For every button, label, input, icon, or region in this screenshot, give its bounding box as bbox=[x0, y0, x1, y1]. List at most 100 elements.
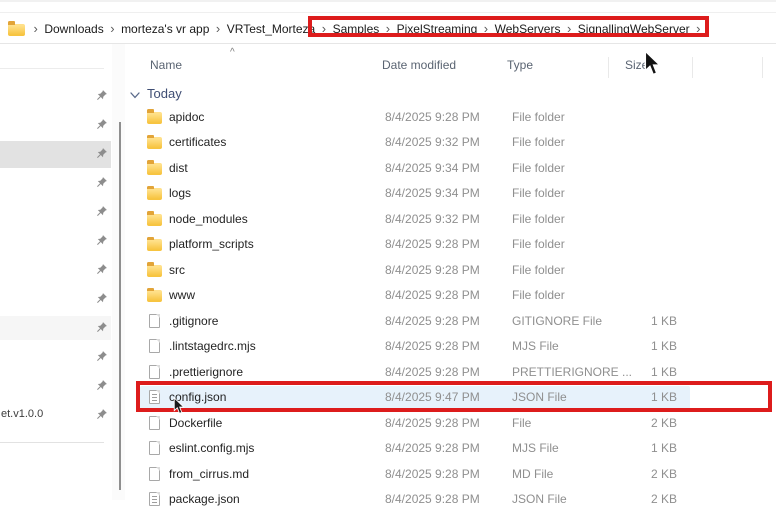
pin-icon[interactable] bbox=[95, 292, 108, 305]
date-group-header[interactable]: Today bbox=[125, 82, 182, 104]
sidebar-scrollbar-thumb[interactable] bbox=[119, 122, 121, 490]
file-row[interactable]: logs8/4/2025 9:34 PMFile folder bbox=[125, 181, 776, 207]
pin-icon[interactable] bbox=[95, 350, 108, 363]
file-name: certificates bbox=[169, 135, 226, 149]
column-header-size[interactable]: Size bbox=[625, 58, 648, 72]
pin-icon[interactable] bbox=[95, 234, 108, 247]
file-row[interactable]: platform_scripts8/4/2025 9:28 PMFile fol… bbox=[125, 232, 776, 258]
breadcrumb-items: › Downloads › morteza's vr app › VRTest_Morte… bbox=[27, 22, 707, 36]
sidebar-divider bbox=[0, 442, 104, 443]
file-row[interactable]: .gitignore8/4/2025 9:28 PMGITIGNORE File… bbox=[125, 308, 776, 334]
pin-icon[interactable] bbox=[95, 321, 108, 334]
file-size: 2 KB bbox=[593, 492, 677, 506]
folder-icon bbox=[147, 188, 162, 200]
pin-icon[interactable] bbox=[95, 89, 108, 102]
column-separator[interactable] bbox=[608, 57, 609, 78]
file-name: src bbox=[169, 263, 185, 277]
pin-icon[interactable] bbox=[95, 408, 108, 421]
file-type: MJS File bbox=[512, 339, 559, 353]
chevron-right-icon[interactable]: › bbox=[322, 22, 326, 35]
file-icon bbox=[149, 416, 160, 430]
file-date-modified: 8/4/2025 9:34 PM bbox=[385, 186, 480, 200]
file-name: .lintstagedrc.mjs bbox=[169, 339, 256, 353]
breadcrumb-item-signallingwebserver[interactable]: SignallingWebServer bbox=[578, 22, 690, 36]
chevron-right-icon[interactable]: › bbox=[386, 22, 390, 35]
breadcrumb-item-samples[interactable]: Samples bbox=[333, 22, 380, 36]
file-date-modified: 8/4/2025 9:28 PM bbox=[385, 416, 480, 430]
file-type: File folder bbox=[512, 288, 565, 302]
folder-icon bbox=[147, 239, 162, 251]
file-name: platform_scripts bbox=[169, 237, 254, 251]
column-separator[interactable] bbox=[762, 57, 763, 78]
file-size: 1 KB bbox=[593, 314, 677, 328]
navigation-pane: et.v1.0.0 bbox=[0, 44, 111, 500]
breadcrumb: › Downloads › morteza's vr app › VRTest_Morte… bbox=[0, 14, 776, 44]
file-row[interactable]: config.json8/4/2025 9:47 PMJSON File1 KB bbox=[125, 385, 776, 411]
breadcrumb-item-morteza-s-vr-app[interactable]: morteza's vr app bbox=[121, 22, 209, 36]
sort-ascending-icon[interactable]: ^ bbox=[230, 47, 235, 58]
file-row[interactable]: src8/4/2025 9:28 PMFile folder bbox=[125, 257, 776, 283]
file-type: GITIGNORE File bbox=[512, 314, 602, 328]
folder-icon bbox=[147, 214, 162, 226]
file-row[interactable]: package.json8/4/2025 9:28 PMJSON File2 K… bbox=[125, 487, 776, 512]
file-date-modified: 8/4/2025 9:28 PM bbox=[385, 339, 480, 353]
column-header-name[interactable]: Name bbox=[150, 58, 182, 72]
file-date-modified: 8/4/2025 9:47 PM bbox=[385, 390, 480, 404]
breadcrumb-item-webservers[interactable]: WebServers bbox=[495, 22, 561, 36]
breadcrumb-item-pixelstreaming[interactable]: PixelStreaming bbox=[397, 22, 478, 36]
chevron-down-icon[interactable] bbox=[130, 87, 140, 102]
breadcrumb-item-vrtest-morteza[interactable]: VRTest_Morteza bbox=[227, 22, 315, 36]
file-name: www bbox=[169, 288, 195, 302]
column-header-date-modified[interactable]: Date modified bbox=[382, 58, 456, 72]
file-lines-icon bbox=[149, 492, 160, 506]
file-row[interactable]: www8/4/2025 9:28 PMFile folder bbox=[125, 283, 776, 309]
file-name: logs bbox=[169, 186, 191, 200]
file-size: 1 KB bbox=[593, 390, 677, 404]
file-type: MJS File bbox=[512, 441, 559, 455]
chevron-right-icon[interactable]: › bbox=[34, 22, 38, 35]
pin-icon[interactable] bbox=[95, 379, 108, 392]
pin-icon[interactable] bbox=[95, 176, 108, 189]
file-row[interactable]: Dockerfile8/4/2025 9:28 PMFile2 KB bbox=[125, 410, 776, 436]
column-separator[interactable] bbox=[692, 57, 693, 78]
file-date-modified: 8/4/2025 9:28 PM bbox=[385, 441, 480, 455]
breadcrumb-item-downloads[interactable]: Downloads bbox=[44, 22, 103, 36]
column-header-type[interactable]: Type bbox=[507, 58, 533, 72]
pin-icon[interactable] bbox=[95, 147, 108, 160]
chevron-right-icon[interactable]: › bbox=[484, 22, 488, 35]
chevron-right-icon[interactable]: › bbox=[696, 22, 700, 35]
chevron-right-icon[interactable]: › bbox=[110, 22, 114, 35]
file-row[interactable]: .prettierignore8/4/2025 9:28 PMPRETTIERI… bbox=[125, 359, 776, 385]
folder-icon bbox=[147, 137, 162, 149]
sidebar-divider bbox=[0, 68, 104, 69]
file-row[interactable]: certificates8/4/2025 9:32 PMFile folder bbox=[125, 130, 776, 156]
file-icon bbox=[149, 365, 160, 379]
pin-icon[interactable] bbox=[95, 118, 108, 131]
chevron-right-icon[interactable]: › bbox=[216, 22, 220, 35]
file-icon bbox=[149, 339, 160, 353]
file-date-modified: 8/4/2025 9:34 PM bbox=[385, 161, 480, 175]
folder-icon bbox=[147, 112, 162, 124]
file-row[interactable]: from_cirrus.md8/4/2025 9:28 PMMD File2 K… bbox=[125, 461, 776, 487]
file-row[interactable]: node_modules8/4/2025 9:32 PMFile folder bbox=[125, 206, 776, 232]
file-date-modified: 8/4/2025 9:28 PM bbox=[385, 467, 480, 481]
file-date-modified: 8/4/2025 9:28 PM bbox=[385, 365, 480, 379]
file-row[interactable]: eslint.config.mjs8/4/2025 9:28 PMMJS Fil… bbox=[125, 436, 776, 462]
file-row[interactable]: apidoc8/4/2025 9:28 PMFile folder bbox=[125, 104, 776, 130]
file-row[interactable]: dist8/4/2025 9:34 PMFile folder bbox=[125, 155, 776, 181]
group-label: Today bbox=[147, 86, 182, 101]
file-type: File folder bbox=[512, 212, 565, 226]
file-type: File folder bbox=[512, 263, 565, 277]
pin-icon[interactable] bbox=[95, 263, 108, 276]
breadcrumb-folder-icon[interactable] bbox=[8, 24, 25, 36]
file-row[interactable]: .lintstagedrc.mjs 8/4/2025 9:28 PM MJS Fil… bbox=[125, 334, 776, 360]
file-icon bbox=[149, 441, 160, 455]
file-list-pane: Name ^ Date modified Type Size Today api… bbox=[125, 44, 776, 500]
file-type: File bbox=[512, 416, 531, 430]
red-annotation-box-breadcrumb: › Samples › PixelStreaming › WebServers › Signa… bbox=[315, 22, 707, 36]
chevron-right-icon[interactable]: › bbox=[567, 22, 571, 35]
pin-icon[interactable] bbox=[95, 205, 108, 218]
file-name: .prettierignore bbox=[169, 365, 243, 379]
file-type: File folder bbox=[512, 237, 565, 251]
file-name: Dockerfile bbox=[169, 416, 222, 430]
